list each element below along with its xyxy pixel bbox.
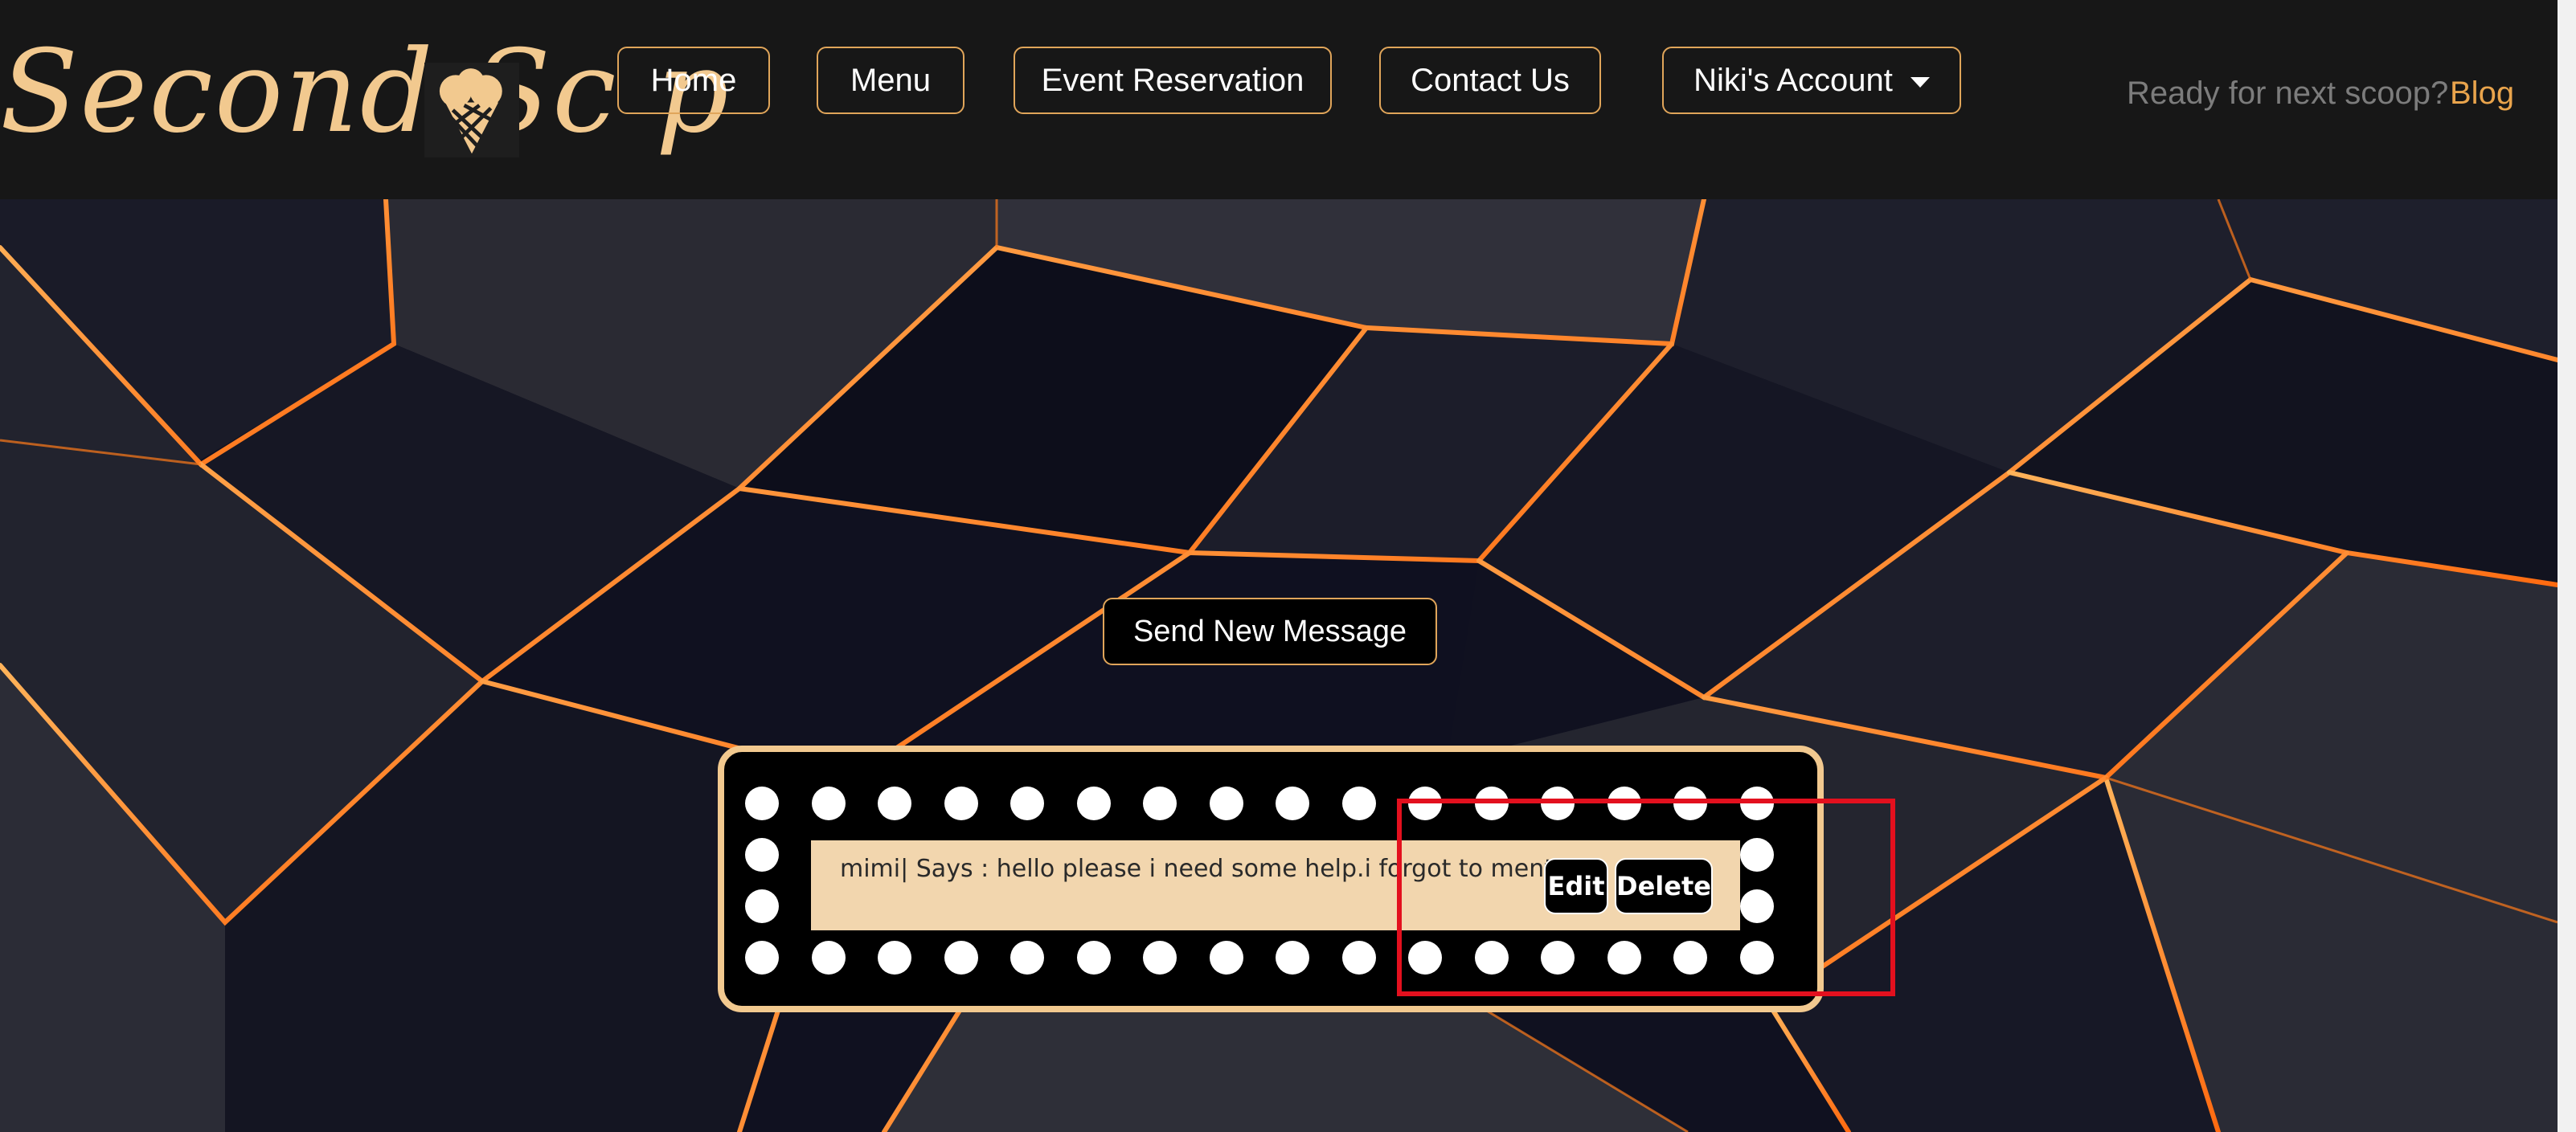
marquee-light-bulb (745, 787, 779, 820)
nav-home-button[interactable]: Home (617, 47, 770, 114)
marquee-light-bulb (1076, 941, 1111, 975)
marquee-light-bulb (811, 787, 846, 820)
marquee-light-bulb (745, 941, 779, 975)
marquee-light-bulb (1276, 941, 1309, 975)
account-dropdown-button[interactable]: Niki's Account (1662, 47, 1961, 114)
navbar: Second Sc p Home Menu Event Reservation … (0, 0, 2558, 199)
marquee-light-bulb (1276, 787, 1309, 820)
page-scrollbar[interactable] (2558, 0, 2576, 1132)
marquee-light-bulb (745, 838, 779, 872)
caret-down-icon (1910, 76, 1930, 88)
ice-cream-cone-icon (424, 63, 519, 157)
marquee-light-bulb (1209, 787, 1243, 820)
marquee-light-bulb (811, 941, 846, 975)
marquee-light-bulb (1341, 787, 1376, 820)
marquee-light-bulb (878, 787, 911, 820)
account-label: Niki's Account (1693, 62, 1893, 98)
marquee-light-bulb (1143, 941, 1177, 975)
marquee-light-bulb (1209, 941, 1243, 975)
blog-link[interactable]: Blog (2450, 76, 2514, 112)
nav-menu-button[interactable]: Menu (817, 47, 964, 114)
marquee-light-bulb (1076, 787, 1111, 820)
marquee-light-bulb (878, 941, 911, 975)
marquee-light-bulb (745, 889, 779, 923)
marquee-light-bulb (1341, 941, 1376, 975)
marquee-light-bulb (944, 941, 978, 975)
tagline-text: Ready for next scoop? (2127, 76, 2449, 111)
nav-event-reservation-button[interactable]: Event Reservation (1014, 47, 1332, 114)
marquee-light-bulb (1143, 787, 1177, 820)
highlight-annotation-box (1397, 799, 1895, 996)
send-new-message-button[interactable]: Send New Message (1103, 598, 1437, 665)
marquee-light-bulb (1010, 941, 1044, 975)
nav-contact-us-button[interactable]: Contact Us (1379, 47, 1601, 114)
marquee-light-bulb (1010, 787, 1044, 820)
marquee-light-bulb (944, 787, 978, 820)
